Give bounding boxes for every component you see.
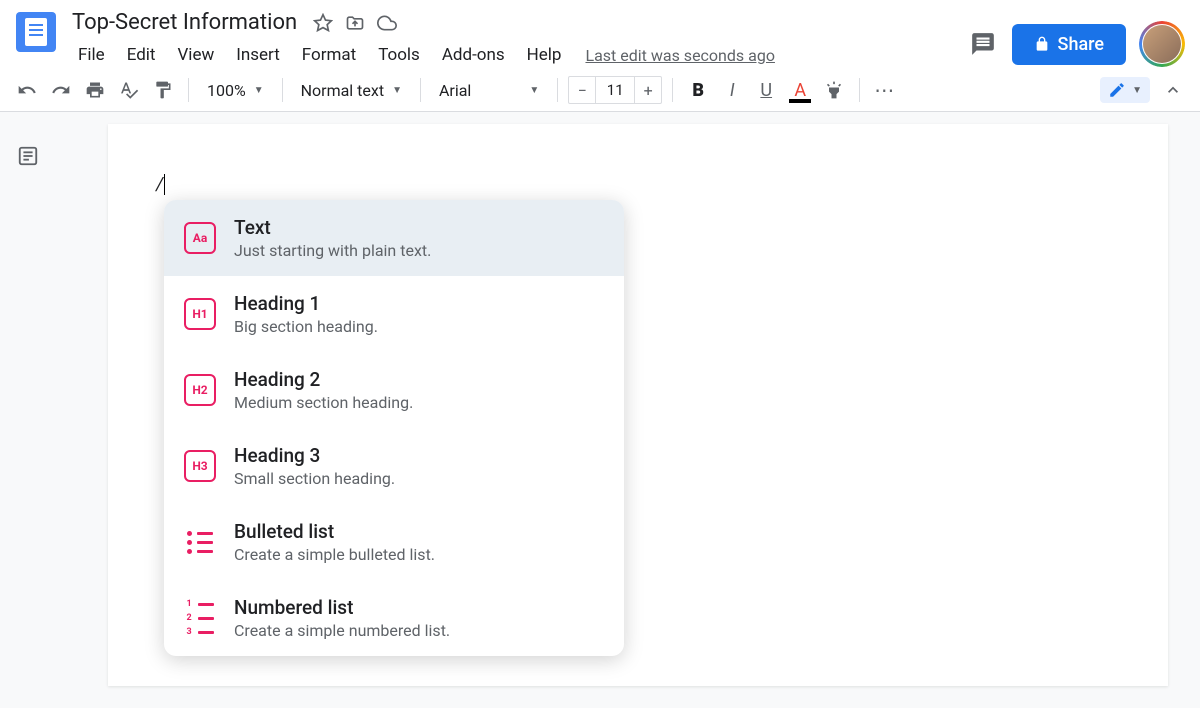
slash-title: Heading 2 bbox=[234, 368, 604, 391]
numbers-icon: 123 bbox=[184, 602, 216, 634]
h2-icon: H2 bbox=[184, 374, 216, 406]
slash-desc: Create a simple numbered list. bbox=[234, 621, 604, 640]
font-size: − + bbox=[568, 76, 662, 104]
slash-item-numbers[interactable]: 123 Numbered list Create a simple number… bbox=[164, 580, 624, 656]
menu-tools[interactable]: Tools bbox=[368, 41, 430, 69]
document-page[interactable]: / Aa Text Just starting with plain text.… bbox=[108, 124, 1168, 686]
slash-desc: Create a simple bulleted list. bbox=[234, 545, 604, 564]
star-icon[interactable] bbox=[313, 13, 333, 33]
menu-bar: File Edit View Insert Format Tools Add-o… bbox=[68, 41, 968, 69]
paint-format-icon[interactable] bbox=[148, 75, 178, 105]
slash-title: Numbered list bbox=[234, 596, 604, 619]
h3-icon: H3 bbox=[184, 450, 216, 482]
menu-view[interactable]: View bbox=[167, 41, 224, 69]
outline-icon[interactable] bbox=[8, 136, 48, 176]
slash-item-bullets[interactable]: Bulleted list Create a simple bulleted l… bbox=[164, 504, 624, 580]
font-size-input[interactable] bbox=[595, 77, 635, 103]
toolbar: 100%▼ Normal text▼ Arial▼ − + B I U A ⋯ … bbox=[0, 69, 1200, 112]
chevron-down-icon: ▼ bbox=[1132, 85, 1142, 96]
style-select[interactable]: Normal text▼ bbox=[293, 77, 410, 104]
print-icon[interactable] bbox=[80, 75, 110, 105]
font-size-increase[interactable]: + bbox=[635, 77, 661, 103]
header: Top-Secret Information File Edit View In… bbox=[0, 0, 1200, 69]
text-icon: Aa bbox=[184, 222, 216, 254]
highlight-icon[interactable] bbox=[819, 75, 849, 105]
slash-menu: Aa Text Just starting with plain text. H… bbox=[164, 200, 624, 656]
menu-format[interactable]: Format bbox=[292, 41, 366, 69]
menu-help[interactable]: Help bbox=[517, 41, 572, 69]
lock-icon bbox=[1034, 36, 1050, 52]
redo-icon[interactable] bbox=[46, 75, 76, 105]
share-label: Share bbox=[1058, 34, 1104, 55]
font-select[interactable]: Arial▼ bbox=[431, 77, 547, 104]
slash-desc: Just starting with plain text. bbox=[234, 241, 604, 260]
slash-title: Text bbox=[234, 216, 604, 239]
slash-item-text[interactable]: Aa Text Just starting with plain text. bbox=[164, 200, 624, 276]
document-title[interactable]: Top-Secret Information bbox=[68, 8, 301, 37]
spellcheck-icon[interactable] bbox=[114, 75, 144, 105]
undo-icon[interactable] bbox=[12, 75, 42, 105]
font-size-decrease[interactable]: − bbox=[569, 77, 595, 103]
bold-icon[interactable]: B bbox=[683, 75, 713, 105]
more-icon[interactable]: ⋯ bbox=[870, 75, 900, 105]
collapse-icon[interactable] bbox=[1158, 75, 1188, 105]
slash-item-h3[interactable]: H3 Heading 3 Small section heading. bbox=[164, 428, 624, 504]
slash-item-h2[interactable]: H2 Heading 2 Medium section heading. bbox=[164, 352, 624, 428]
comments-icon[interactable] bbox=[968, 29, 998, 59]
slash-desc: Big section heading. bbox=[234, 317, 604, 336]
slash-title: Heading 3 bbox=[234, 444, 604, 467]
edit-mode-button[interactable]: ▼ bbox=[1100, 77, 1150, 103]
move-icon[interactable] bbox=[345, 13, 365, 33]
zoom-select[interactable]: 100%▼ bbox=[199, 77, 272, 104]
underline-icon[interactable]: U bbox=[751, 75, 781, 105]
editor-cursor: / bbox=[156, 174, 163, 195]
share-button[interactable]: Share bbox=[1012, 24, 1126, 65]
canvas-area: / Aa Text Just starting with plain text.… bbox=[0, 112, 1200, 686]
h1-icon: H1 bbox=[184, 298, 216, 330]
italic-icon[interactable]: I bbox=[717, 75, 747, 105]
slash-desc: Small section heading. bbox=[234, 469, 604, 488]
slash-title: Heading 1 bbox=[234, 292, 604, 315]
menu-edit[interactable]: Edit bbox=[117, 41, 166, 69]
bullets-icon bbox=[184, 526, 216, 558]
menu-addons[interactable]: Add-ons bbox=[432, 41, 515, 69]
menu-insert[interactable]: Insert bbox=[226, 41, 290, 69]
pencil-icon bbox=[1108, 81, 1126, 99]
avatar[interactable] bbox=[1140, 22, 1184, 66]
text-color-icon[interactable]: A bbox=[785, 75, 815, 105]
title-block: Top-Secret Information File Edit View In… bbox=[68, 8, 968, 69]
docs-logo[interactable] bbox=[16, 12, 56, 52]
header-right: Share bbox=[968, 22, 1184, 66]
slash-desc: Medium section heading. bbox=[234, 393, 604, 412]
slash-item-h1[interactable]: H1 Heading 1 Big section heading. bbox=[164, 276, 624, 352]
menu-file[interactable]: File bbox=[68, 41, 115, 69]
slash-title: Bulleted list bbox=[234, 520, 604, 543]
last-edit-link[interactable]: Last edit was seconds ago bbox=[585, 46, 774, 65]
cloud-icon[interactable] bbox=[377, 13, 397, 33]
